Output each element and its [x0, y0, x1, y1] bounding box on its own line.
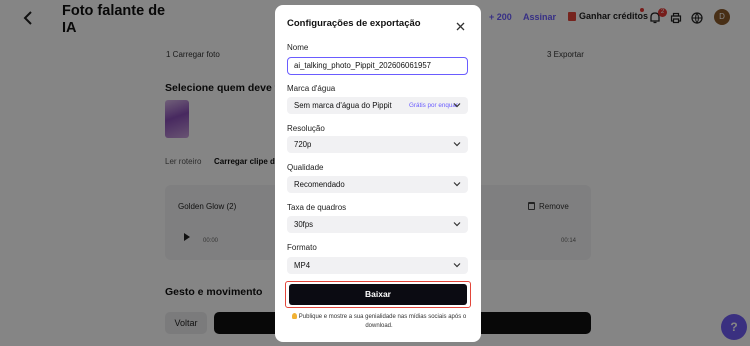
- format-value: MP4: [294, 261, 311, 270]
- close-icon[interactable]: [456, 18, 465, 31]
- resolution-value: 720p: [294, 140, 312, 149]
- quality-label: Qualidade: [287, 163, 324, 172]
- modal-title: Configurações de exportação: [287, 18, 421, 29]
- framerate-select[interactable]: 30fps: [287, 216, 468, 233]
- download-button[interactable]: Baixar: [289, 284, 467, 305]
- format-select[interactable]: MP4: [287, 257, 468, 274]
- chevron-down-icon: [453, 182, 461, 187]
- quality-select[interactable]: Recomendado: [287, 176, 468, 193]
- export-settings-modal: Configurações de exportação Nome ai_talk…: [275, 5, 481, 342]
- chevron-down-icon: [453, 263, 461, 268]
- file-name-input[interactable]: ai_talking_photo_Pippit_202606061957: [287, 57, 468, 75]
- resolution-label: Resolução: [287, 124, 325, 133]
- share-tip-text: Publique e mostre a sua genialidade nas …: [298, 314, 467, 329]
- lightbulb-icon: [291, 313, 297, 319]
- format-label: Formato: [287, 243, 317, 252]
- resolution-select[interactable]: 720p: [287, 136, 468, 153]
- free-badge: Grátis por enquar: [409, 102, 459, 109]
- chevron-down-icon: [453, 222, 461, 227]
- watermark-value: Sem marca d'água do Pippit: [294, 101, 392, 110]
- watermark-label: Marca d'água: [287, 84, 336, 93]
- framerate-label: Taxa de quadros: [287, 203, 347, 212]
- chevron-down-icon: [453, 103, 461, 108]
- quality-value: Recomendado: [294, 180, 345, 189]
- chevron-down-icon: [453, 142, 461, 147]
- name-label: Nome: [287, 43, 309, 52]
- watermark-select[interactable]: Sem marca d'água do Pippit Grátis por en…: [287, 97, 468, 114]
- framerate-value: 30fps: [294, 220, 314, 229]
- share-tip: Publique e mostre a sua genialidade nas …: [287, 313, 471, 331]
